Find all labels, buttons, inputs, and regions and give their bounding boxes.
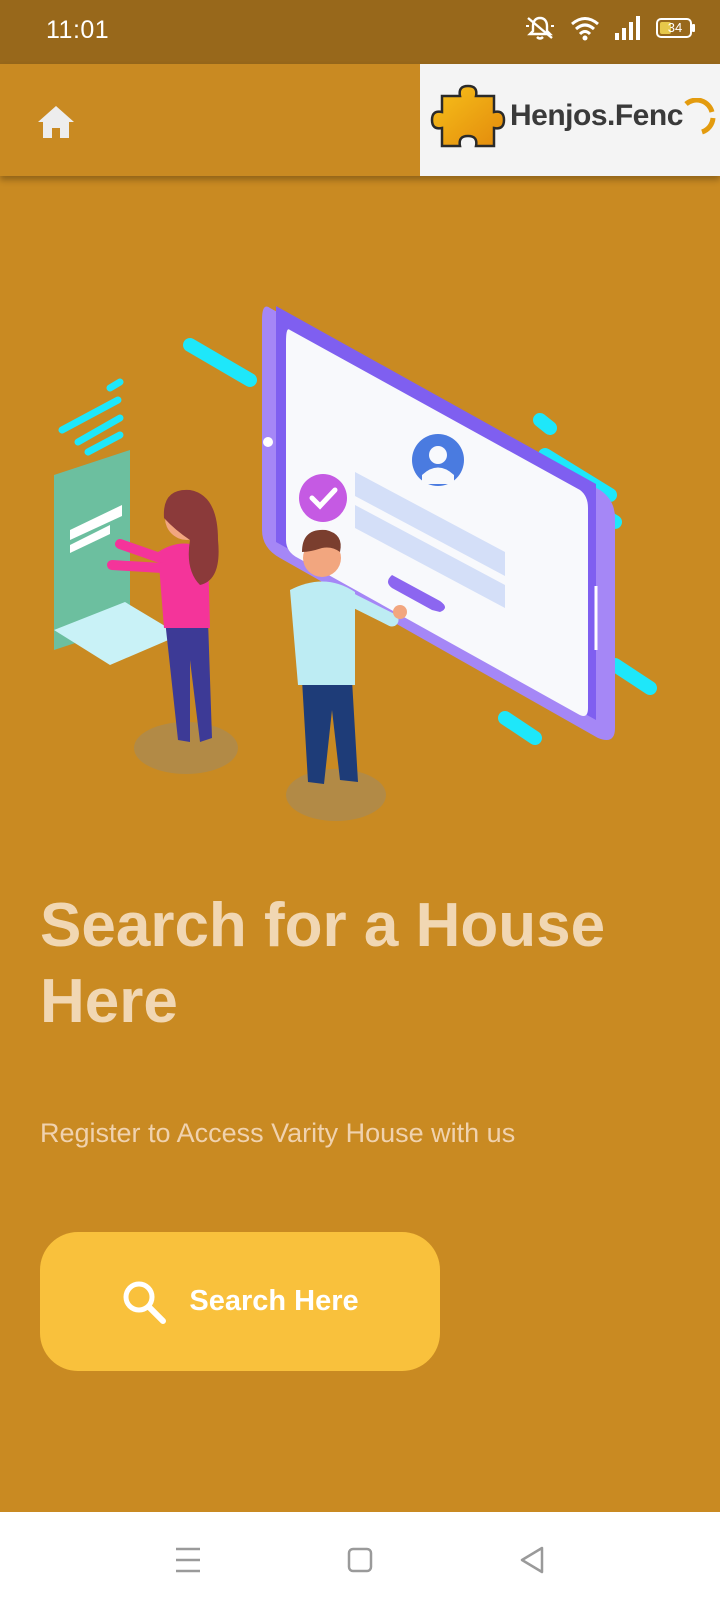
menu-button[interactable]	[168, 1540, 208, 1580]
logo-text: Henjos.Fenc	[510, 99, 683, 132]
search-button[interactable]: Search Here	[40, 1232, 440, 1371]
battery-level: 34	[667, 20, 683, 35]
back-icon	[520, 1546, 544, 1574]
signal-icon	[614, 15, 642, 41]
page-title: Search for a House Here	[40, 891, 606, 1036]
home-button[interactable]	[34, 100, 78, 144]
page-subtitle: Register to Access Varity House with us	[40, 1118, 516, 1148]
status-time: 11:01	[46, 16, 110, 44]
home-square-icon	[347, 1547, 373, 1573]
mute-icon	[524, 14, 556, 42]
wifi-icon	[570, 15, 600, 41]
search-icon	[123, 1281, 167, 1324]
home-icon	[38, 106, 74, 138]
puzzle-icon	[430, 84, 506, 148]
logo-ring-icon	[684, 98, 716, 135]
hero-illustration	[54, 306, 657, 821]
status-bar: 11:01 34	[0, 0, 720, 64]
menu-icon	[176, 1547, 200, 1573]
home-nav-button[interactable]	[340, 1540, 380, 1580]
search-button-label: Search Here	[189, 1285, 359, 1317]
system-nav-bar	[0, 1512, 720, 1600]
brand-logo: Henjos.Fenc	[420, 64, 720, 176]
back-button[interactable]	[512, 1540, 552, 1580]
status-icons: 34	[524, 14, 696, 42]
app-bar: Henjos.Fenc	[0, 64, 720, 176]
battery-icon: 34	[656, 17, 696, 39]
